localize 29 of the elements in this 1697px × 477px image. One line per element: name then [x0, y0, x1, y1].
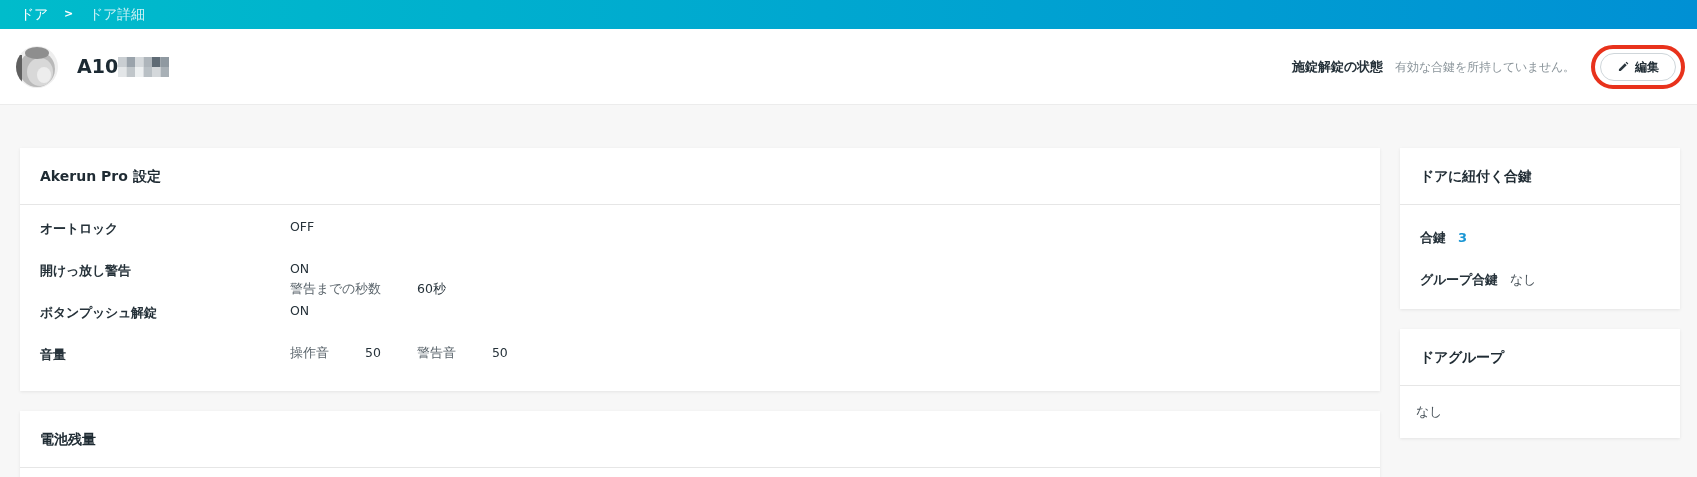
edit-button[interactable]: 編集	[1600, 52, 1676, 81]
setting-value: OFF	[290, 218, 315, 236]
breadcrumb-link[interactable]: ドア	[20, 4, 48, 25]
pencil-icon	[1617, 61, 1629, 72]
setting-label: 開けっ放し警告	[40, 262, 132, 280]
setting-value: ON	[290, 302, 310, 320]
card-title: ドアに紐付く合鍵	[1420, 166, 1532, 186]
status-label: 施錠解錠の状態	[1292, 57, 1383, 76]
setting-value: 50	[365, 344, 381, 362]
setting-sublabel: 操作音	[290, 344, 329, 362]
status-text: 有効な合鍵を所持していません。	[1395, 58, 1575, 76]
setting-sublabel: 警告までの秒数	[290, 280, 381, 298]
key-count-link[interactable]: 3	[1458, 228, 1468, 248]
card-title: ドアグループ	[1420, 347, 1504, 367]
setting-sublabel: 警告音	[416, 344, 456, 362]
setting-label: オートロック	[40, 220, 119, 238]
group-value: なし	[1416, 403, 1442, 422]
key-label: グループ合鍵	[1420, 271, 1498, 290]
card-title: Akerun Pro 設定	[40, 166, 161, 186]
key-label: 合鍵	[1420, 229, 1446, 248]
setting-label: 音量	[40, 346, 67, 364]
card-title: 電池残量	[40, 429, 96, 449]
setting-label: ボタンプッシュ解錠	[40, 304, 158, 322]
breadcrumb-separator: >	[64, 6, 74, 23]
setting-value: 60秒	[417, 280, 446, 298]
setting-value: 50	[491, 344, 508, 362]
door-title: A10	[77, 54, 119, 80]
key-value: なし	[1510, 271, 1536, 290]
setting-value: ON	[290, 260, 310, 278]
